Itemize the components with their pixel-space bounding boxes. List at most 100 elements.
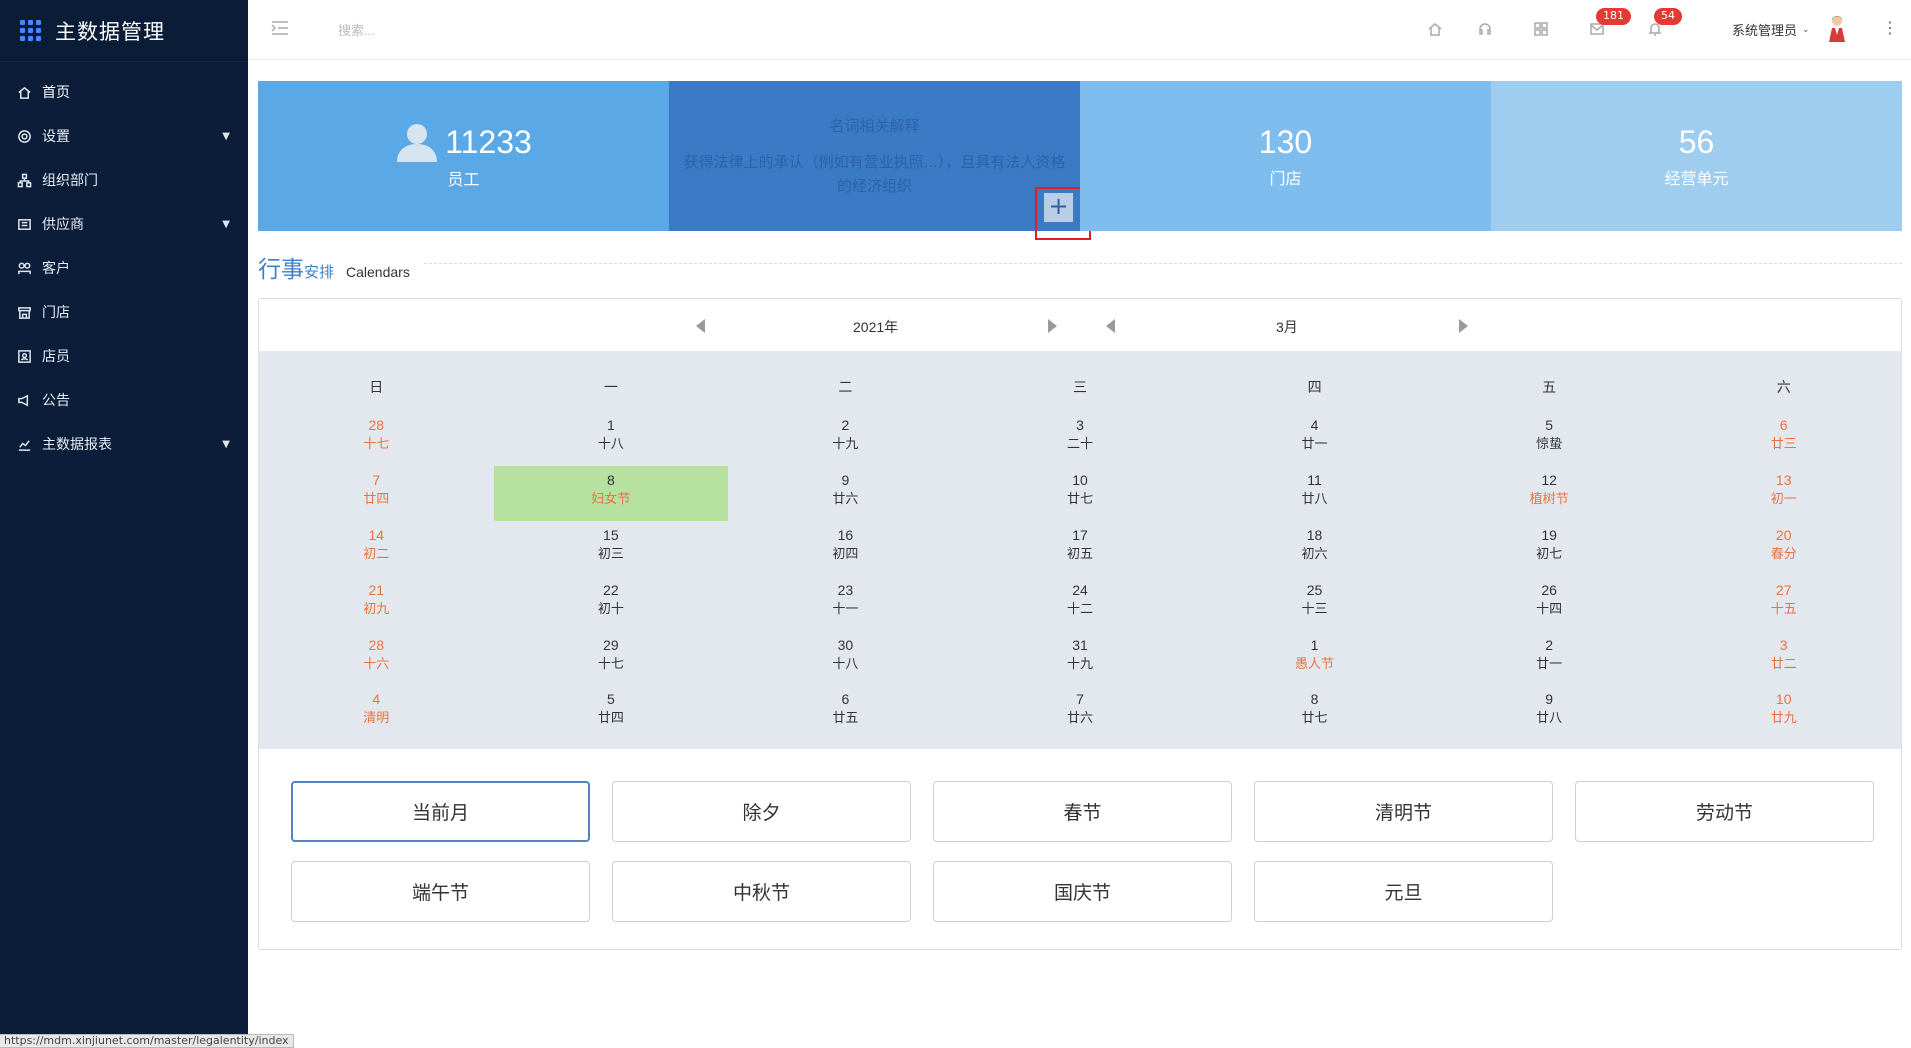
calendar-day[interactable]: 13 初一	[1666, 466, 1901, 521]
stat-legal-entity[interactable]: 名词相关解释 获得法律上的承认（例如有营业执照...），且具有法人资格的经济组织…	[669, 81, 1091, 240]
calendar-day[interactable]: 5 惊蛰	[1432, 411, 1667, 466]
more-options-icon[interactable]: ⋮	[1882, 18, 1898, 38]
lunar-date: 十七	[597, 657, 624, 672]
lunar-date: 十九	[832, 437, 859, 452]
section-subtitle: Calendars	[346, 264, 410, 280]
year-label[interactable]: 2021年	[853, 317, 898, 337]
brand[interactable]: 主数据管理	[0, 0, 248, 62]
calendar-day[interactable]: 28 十七	[259, 411, 494, 466]
support-headset-icon[interactable]	[1474, 18, 1496, 40]
clerk-icon	[16, 348, 32, 364]
home-icon[interactable]	[1424, 18, 1446, 40]
next-year-icon[interactable]	[1048, 319, 1057, 333]
calendar-day[interactable]: 2 廿一	[1432, 631, 1667, 686]
day-number: 21	[368, 582, 385, 598]
calendar-day[interactable]: 20 春分	[1666, 521, 1901, 576]
prev-month-icon[interactable]	[1106, 319, 1115, 333]
sidebar-item-8[interactable]: 主数据报表 ▼	[0, 422, 248, 466]
calendar-day[interactable]: 30 十八	[728, 631, 963, 686]
calendar-day[interactable]: 11 廿八	[1197, 466, 1432, 521]
calendar-day[interactable]: 4 廿一	[1197, 411, 1432, 466]
day-number: 14	[368, 527, 385, 543]
calendar-day[interactable]: 6 廿五	[728, 685, 963, 740]
calendar-day[interactable]: 16 初四	[728, 521, 963, 576]
prev-year-icon[interactable]	[696, 319, 705, 333]
calendar-day[interactable]: 26 十四	[1432, 576, 1667, 631]
sidebar-item-4[interactable]: 客户	[0, 246, 248, 290]
calendar-day[interactable]: 3 二十	[963, 411, 1198, 466]
calendar-day[interactable]: 14 初二	[259, 521, 494, 576]
holiday-button-7[interactable]: 国庆节	[933, 861, 1232, 922]
message-icon[interactable]: 181	[1586, 8, 1631, 40]
sidebar-item-2[interactable]: 组织部门	[0, 158, 248, 202]
calendar-day[interactable]: 7 廿四	[259, 466, 494, 521]
holiday-button-1[interactable]: 除夕	[612, 781, 911, 842]
legal-entity-description: 获得法律上的承认（例如有营业执照...），且具有法人资格的经济组织	[683, 152, 1066, 195]
chevron-down-icon: ▼	[222, 130, 230, 142]
avatar[interactable]	[1826, 14, 1848, 44]
calendar-day[interactable]: 19 初七	[1432, 521, 1667, 576]
lunar-date: 廿五	[832, 711, 859, 726]
lunar-date: 二十	[1066, 437, 1093, 452]
lunar-date: 廿一	[1536, 657, 1563, 672]
calendar-day[interactable]: 29 十七	[494, 631, 729, 686]
calendar-day[interactable]: 25 十三	[1197, 576, 1432, 631]
calendar-day[interactable]: 6 廿三	[1666, 411, 1901, 466]
holiday-button-4[interactable]: 劳动节	[1575, 781, 1874, 842]
day-number: 8	[606, 472, 615, 488]
calendar-day[interactable]: 1 愚人节	[1197, 631, 1432, 686]
calendar-day[interactable]: 5 廿四	[494, 685, 729, 740]
sidebar-item-5[interactable]: 门店	[0, 290, 248, 334]
calendar-day[interactable]: 27 十五	[1666, 576, 1901, 631]
holiday-button-2[interactable]: 春节	[933, 781, 1232, 842]
holiday-button-0[interactable]: 当前月	[291, 781, 590, 842]
lunar-date: 廿六	[1066, 711, 1093, 726]
sidebar-item-7[interactable]: 公告	[0, 378, 248, 422]
holiday-button-3[interactable]: 清明节	[1254, 781, 1553, 842]
weekday-header: 二	[838, 380, 853, 396]
lunar-date: 妇女节	[591, 492, 631, 507]
calendar-day[interactable]: 21 初九	[259, 576, 494, 631]
calendar-day[interactable]: 15 初三	[494, 521, 729, 576]
user-menu[interactable]: 系统管理员 ⌄	[1732, 20, 1810, 39]
calendar-day[interactable]: 17 初五	[963, 521, 1198, 576]
calendar-day[interactable]: 18 初六	[1197, 521, 1432, 576]
holiday-button-8[interactable]: 元旦	[1254, 861, 1553, 922]
next-month-icon[interactable]	[1459, 319, 1468, 333]
calendar-grid: 日一二三四五六 28 十七 1 十八 2 十九 3 二十 4 廿一 5 惊蛰 6 廿三 7 廿四 8 妇女节 9 廿六 1…	[259, 351, 1901, 749]
calendar-day[interactable]: 7 廿六	[963, 685, 1198, 740]
holiday-button-5[interactable]: 端午节	[291, 861, 590, 922]
calendar-day[interactable]: 12 植树节	[1432, 466, 1667, 521]
search-input[interactable]	[338, 18, 578, 42]
calendar-day[interactable]: 10 廿七	[963, 466, 1198, 521]
holiday-button-6[interactable]: 中秋节	[612, 861, 911, 922]
sidebar-item-3[interactable]: 供应商 ▼	[0, 202, 248, 246]
calendar-day[interactable]: 2 十九	[728, 411, 963, 466]
announcement-icon	[16, 392, 32, 408]
menu-toggle-icon[interactable]	[270, 20, 290, 36]
calendar-day[interactable]: 10 廿九	[1666, 685, 1901, 740]
stat-stores[interactable]: 130 门店	[1080, 81, 1491, 231]
calendar-day[interactable]: 9 廿六	[728, 466, 963, 521]
lunar-date: 初十	[597, 602, 624, 617]
calendar-day[interactable]: 31 十九	[963, 631, 1198, 686]
calendar-day[interactable]: 22 初十	[494, 576, 729, 631]
calendar-day[interactable]: 1 十八	[494, 411, 729, 466]
sidebar-item-0[interactable]: 首页	[0, 70, 248, 114]
calendar-day[interactable]: 3 廿二	[1666, 631, 1901, 686]
bell-icon[interactable]: 54	[1644, 8, 1682, 40]
calendar-day[interactable]: 28 十六	[259, 631, 494, 686]
calendar-day[interactable]: 8 妇女节	[493, 466, 729, 521]
sidebar-item-6[interactable]: 店员	[0, 334, 248, 378]
calendar-day[interactable]: 24 十二	[963, 576, 1198, 631]
calendar-day[interactable]: 23 十一	[728, 576, 963, 631]
calendar-day[interactable]: 4 清明	[259, 685, 494, 740]
calendar-day[interactable]: 9 廿八	[1432, 685, 1667, 740]
stat-employees[interactable]: 11233 员工	[258, 81, 669, 231]
month-label[interactable]: 3月	[1276, 317, 1298, 337]
calendar-day[interactable]: 8 廿七	[1197, 685, 1432, 740]
stat-business-units[interactable]: 56 经营单元	[1491, 81, 1902, 231]
apps-grid-icon[interactable]	[1530, 18, 1552, 40]
sidebar-item-1[interactable]: 设置 ▼	[0, 114, 248, 158]
stat-cards: 11233 员工 名词相关解释 获得法律上的承认（例如有营业执照...），且具有…	[258, 81, 1902, 240]
